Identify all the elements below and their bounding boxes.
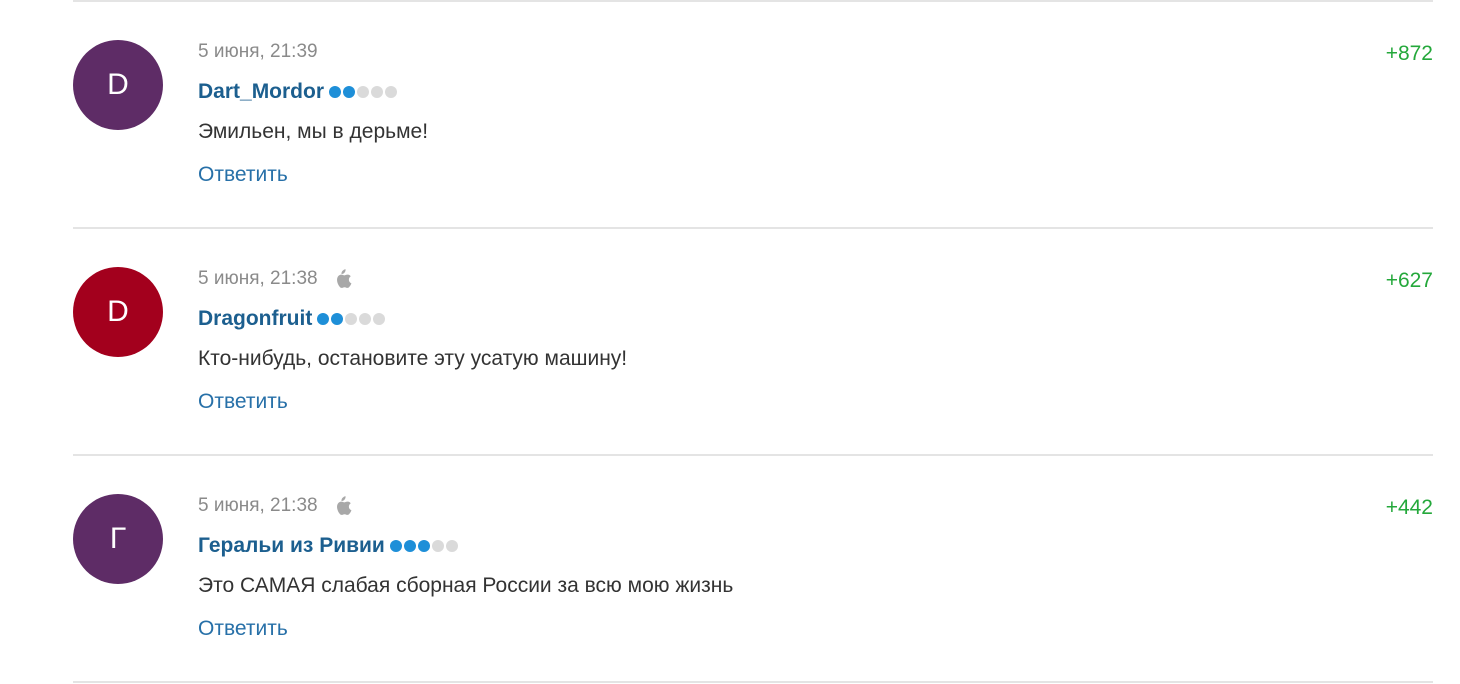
author-row: Dart_Mordor: [198, 79, 1433, 105]
reply-link[interactable]: Ответить: [198, 162, 288, 188]
rating-dot-empty: [431, 540, 444, 552]
author-row: Dragonfruit: [198, 306, 1433, 332]
comment-date: 5 июня, 21:38: [198, 495, 318, 516]
comment-item: D 5 июня, 21:38 Dragonfruit Кто-нибудь, …: [73, 229, 1433, 454]
comment-item: Г 5 июня, 21:38 Геральи из Ривии Это САМ…: [73, 456, 1433, 681]
avatar[interactable]: Г: [73, 494, 163, 584]
author-link[interactable]: Dragonfruit: [198, 307, 312, 331]
rating-dot-empty: [371, 86, 384, 98]
comment-meta: 5 июня, 21:38: [198, 266, 1433, 292]
rating-dot-filled: [329, 86, 342, 98]
comment-score: +872: [1385, 42, 1433, 65]
reply-link[interactable]: Ответить: [198, 389, 288, 415]
rating-dot-filled: [331, 313, 344, 325]
user-rating: [329, 86, 399, 98]
comments-list: D 5 июня, 21:39 Dart_Mordor Эмильен, мы …: [73, 0, 1433, 683]
apple-icon: [336, 496, 352, 515]
rating-dot-filled: [403, 540, 416, 552]
comment-date: 5 июня, 21:38: [198, 268, 318, 289]
rating-dot-filled: [343, 86, 356, 98]
comment-text: Это САМАЯ слабая сборная России за всю м…: [198, 574, 734, 597]
comment-date: 5 июня, 21:39: [198, 41, 318, 62]
rating-dot-filled: [317, 313, 330, 325]
divider: [73, 681, 1433, 683]
author-link[interactable]: Геральи из Ривии: [198, 534, 385, 558]
avatar[interactable]: D: [73, 267, 163, 357]
rating-dot-empty: [373, 313, 386, 325]
reply-link[interactable]: Ответить: [198, 616, 288, 642]
comment-meta: 5 июня, 21:38: [198, 493, 1433, 519]
comment-score: +627: [1385, 269, 1433, 292]
rating-dot-filled: [389, 540, 402, 552]
rating-dot-empty: [359, 313, 372, 325]
comment-text: Кто-нибудь, остановите эту усатую машину…: [198, 347, 628, 370]
rating-dot-empty: [445, 540, 458, 552]
comment-text: Эмильен, мы в дерьме!: [198, 120, 429, 143]
rating-dot-empty: [385, 86, 398, 98]
avatar[interactable]: D: [73, 40, 163, 130]
comment-body: 5 июня, 21:39 Dart_Mordor Эмильен, мы в …: [198, 39, 1433, 188]
comment-body: 5 июня, 21:38 Dragonfruit Кто-нибудь, ос…: [198, 266, 1433, 415]
comment-body: 5 июня, 21:38 Геральи из Ривии Это САМАЯ…: [198, 493, 1433, 642]
comment-score: +442: [1385, 496, 1433, 519]
comment-meta: 5 июня, 21:39: [198, 39, 1433, 65]
author-link[interactable]: Dart_Mordor: [198, 80, 324, 104]
comment-item: D 5 июня, 21:39 Dart_Mordor Эмильен, мы …: [73, 2, 1433, 227]
rating-dot-filled: [417, 540, 430, 552]
user-rating: [389, 540, 460, 552]
author-row: Геральи из Ривии: [198, 533, 1433, 559]
rating-dot-empty: [345, 313, 358, 325]
rating-dot-empty: [357, 86, 370, 98]
user-rating: [317, 313, 387, 325]
apple-icon: [336, 269, 352, 288]
